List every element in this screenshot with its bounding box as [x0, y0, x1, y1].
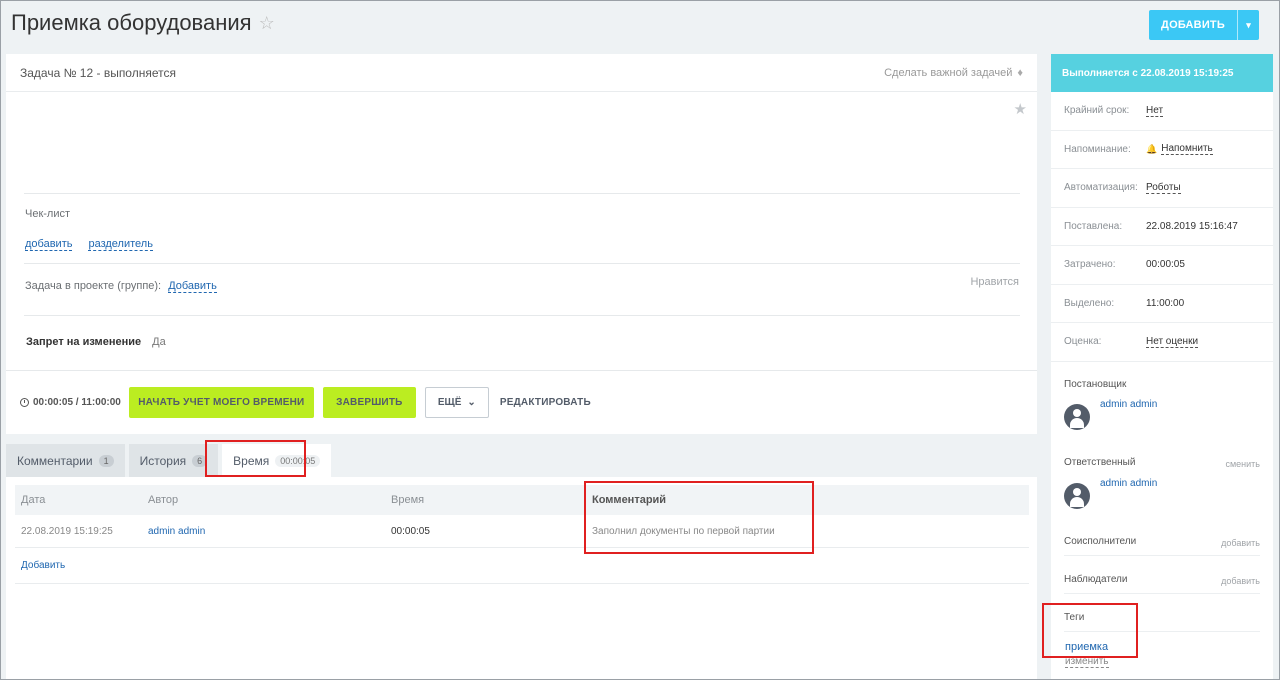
field-label: Поставлена: [1064, 220, 1123, 232]
field-label: Оценка: [1064, 336, 1102, 348]
cell-time: 00:00:05 [391, 525, 430, 537]
column-header-date: Дата [21, 494, 46, 506]
project-label: Задача в проекте (группе): [25, 280, 162, 292]
task-sidebar: Выполняется с 22.08.2019 15:19:25 Крайни… [1051, 54, 1273, 680]
highlight-box [584, 481, 814, 554]
checklist-add-link[interactable]: добавить [25, 238, 73, 251]
checklist-label: Чек-лист [25, 208, 71, 220]
cell-date: 22.08.2019 15:19:25 [21, 525, 113, 537]
field-label: Выделено: [1064, 297, 1115, 309]
make-important-link[interactable]: Сделать важной задачей ♦ [884, 67, 1023, 79]
field-automation: Автоматизация: Роботы [1051, 169, 1273, 208]
fire-icon: ♦ [1017, 66, 1023, 79]
field-label: Крайний срок: [1064, 105, 1130, 117]
tab-label: История [139, 453, 187, 468]
project-add-link[interactable]: Добавить [168, 280, 217, 293]
robots-link[interactable]: Роботы [1146, 182, 1181, 194]
responsible-name[interactable]: admin admin [1100, 478, 1157, 489]
task-title: Задача № 12 - выполняется [20, 65, 176, 80]
rating-value[interactable]: Нет оценки [1146, 336, 1199, 348]
bell-icon: 🔔 [1146, 143, 1158, 154]
coexecutors-label: Соисполнители [1064, 536, 1137, 547]
timer: 00:00:05 / 11:00:00 [20, 397, 121, 408]
more-button[interactable]: ЕЩЁ ⌄ [424, 387, 489, 418]
table-row: 22.08.2019 15:19:25 admin admin 00:00:05… [15, 515, 1029, 548]
edit-button[interactable]: РЕДАКТИРОВАТЬ [500, 397, 591, 408]
start-time-tracking-button[interactable]: НАЧАТЬ УЧЕТ МОЕГО ВРЕМЕНИ [128, 387, 314, 418]
chevron-down-icon[interactable]: ▾ [1237, 10, 1259, 40]
creator-name[interactable]: admin admin [1100, 399, 1157, 410]
like-link[interactable]: Нравится [970, 276, 1019, 288]
project-row: Задача в проекте (группе): Добавить [25, 280, 217, 293]
clock-icon [20, 398, 29, 407]
chevron-down-icon: ⌄ [467, 397, 476, 408]
favorite-star-icon[interactable]: ★ [1014, 100, 1027, 118]
make-important-label: Сделать важной задачей [884, 66, 1013, 79]
field-spent: Затрачено: 00:00:05 [1051, 246, 1273, 285]
checklist-separator-link[interactable]: разделитель [88, 238, 153, 251]
field-deadline: Крайний срок: Нет [1051, 92, 1273, 131]
change-ban-label: Запрет на изменение [26, 336, 142, 348]
finish-button[interactable]: ЗАВЕРШИТЬ [322, 387, 416, 418]
avatar [1064, 404, 1090, 430]
task-card: Задача № 12 - выполняется Сделать важной… [6, 54, 1037, 434]
divider [15, 583, 1029, 584]
highlight-box [1042, 603, 1138, 658]
creator-label: Постановщик [1064, 379, 1127, 390]
creator-user[interactable]: admin admin [1064, 399, 1157, 430]
field-created: Поставлена: 22.08.2019 15:16:47 [1051, 208, 1273, 246]
field-reminder: Напоминание: 🔔 Напомнить [1051, 131, 1273, 169]
task-footer: 00:00:05 / 11:00:00 НАЧАТЬ УЧЕТ МОЕГО ВР… [6, 370, 1037, 434]
field-label: Автоматизация: [1064, 182, 1138, 194]
time-panel: Дата Автор Время Комментарий 22.08.2019 … [6, 477, 1037, 680]
star-icon[interactable]: ☆ [259, 13, 275, 34]
divider [1064, 593, 1260, 594]
change-ban-value: Да [152, 336, 166, 348]
field-rating: Оценка: Нет оценки [1051, 323, 1273, 362]
column-header-author: Автор [148, 494, 179, 506]
responsible-label: Ответственный [1064, 457, 1136, 468]
responsible-user[interactable]: admin admin [1064, 478, 1157, 509]
add-button-label: ДОБАВИТЬ [1161, 19, 1225, 31]
divider [24, 263, 1020, 264]
highlight-box [205, 440, 306, 477]
divider [24, 193, 1020, 194]
checklist-actions: добавить разделитель [25, 238, 153, 251]
page-title-text: Приемка оборудования [11, 10, 252, 35]
change-ban-row: Запрет на изменение Да [26, 336, 166, 348]
reminder-link[interactable]: Напомнить [1161, 143, 1213, 156]
field-label: Напоминание: [1064, 143, 1131, 155]
avatar [1064, 483, 1090, 509]
divider [24, 315, 1020, 316]
cell-author-link[interactable]: admin admin [148, 526, 205, 537]
field-allocated: Выделено: 11:00:00 [1051, 285, 1273, 323]
status-bar: Выполняется с 22.08.2019 15:19:25 [1051, 54, 1273, 92]
observers-add-link[interactable]: добавить [1221, 576, 1260, 586]
divider [1064, 555, 1260, 556]
coexecutors-add-link[interactable]: добавить [1221, 538, 1260, 548]
tab-comments[interactable]: Комментарии 1 [6, 444, 125, 477]
created-value: 22.08.2019 15:16:47 [1146, 220, 1238, 232]
responsible-change-link[interactable]: сменить [1225, 459, 1260, 469]
page-title: Приемка оборудования ☆ [11, 10, 275, 36]
observers-label: Наблюдатели [1064, 574, 1128, 585]
allocated-value: 11:00:00 [1146, 297, 1185, 309]
table-header: Дата Автор Время Комментарий [15, 485, 1029, 515]
field-label: Затрачено: [1064, 259, 1116, 271]
time-table: Дата Автор Время Комментарий 22.08.2019 … [15, 485, 1029, 548]
add-button[interactable]: ДОБАВИТЬ ▾ [1149, 10, 1259, 40]
deadline-value[interactable]: Нет [1146, 105, 1164, 117]
timer-value: 00:00:05 / 11:00:00 [33, 397, 121, 408]
add-time-link[interactable]: Добавить [21, 560, 65, 571]
task-card-header: Задача № 12 - выполняется Сделать важной… [6, 54, 1037, 92]
tab-label: Комментарии [17, 453, 93, 468]
more-button-label: ЕЩЁ [437, 397, 462, 408]
tab-count: 1 [98, 454, 114, 467]
spent-value: 00:00:05 [1146, 259, 1185, 271]
column-header-time: Время [391, 494, 425, 506]
